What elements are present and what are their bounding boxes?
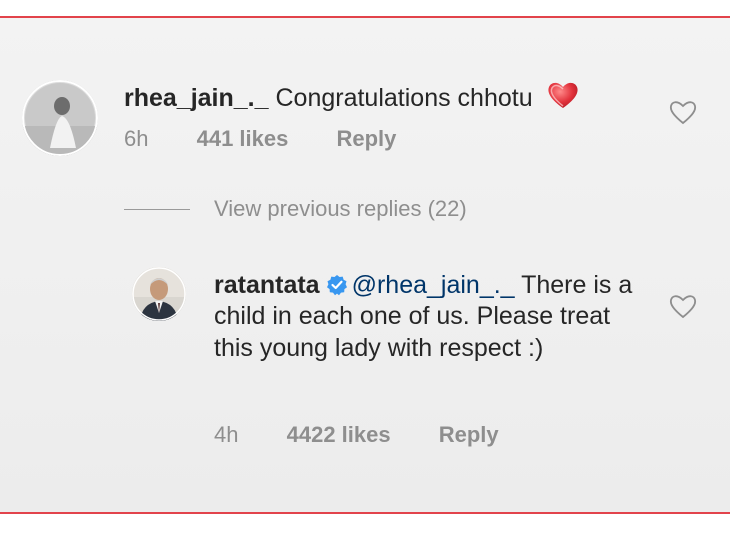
like-heart-icon[interactable]	[668, 98, 698, 126]
reply-likes[interactable]: 4422 likes	[287, 422, 391, 447]
reply-meta: 4h 4422 likes Reply	[214, 422, 541, 448]
avatar[interactable]	[132, 267, 186, 321]
reply-button[interactable]: Reply	[336, 126, 396, 151]
like-heart-icon[interactable]	[668, 292, 698, 320]
comment-meta: 6h 441 likes Reply	[124, 126, 438, 152]
red-heart-emoji-icon	[547, 82, 578, 108]
comment-text: Congratulations chhotu	[275, 84, 533, 112]
comment-username[interactable]: rhea_jain_._	[124, 84, 269, 112]
verified-badge-icon	[326, 275, 347, 296]
reply-body: ratantata @rhea_jain_._ There is a child…	[214, 270, 654, 364]
comment-body: rhea_jain_._ Congratulations chhotu	[124, 80, 580, 114]
reply-button[interactable]: Reply	[439, 422, 499, 447]
frame-bottom-line	[0, 512, 730, 514]
comment-time: 6h	[124, 126, 149, 151]
comment-likes[interactable]: 441 likes	[197, 126, 289, 151]
reply-username[interactable]: ratantata	[214, 271, 320, 299]
reply-mention-link[interactable]: @rhea_jain_._	[352, 271, 515, 299]
replies-divider	[124, 208, 190, 210]
avatar[interactable]	[22, 80, 98, 156]
reply-time: 4h	[214, 422, 239, 447]
view-previous-replies-button[interactable]: View previous replies (22)	[124, 196, 467, 222]
replies-toggle-label: View previous replies (22)	[214, 196, 467, 221]
